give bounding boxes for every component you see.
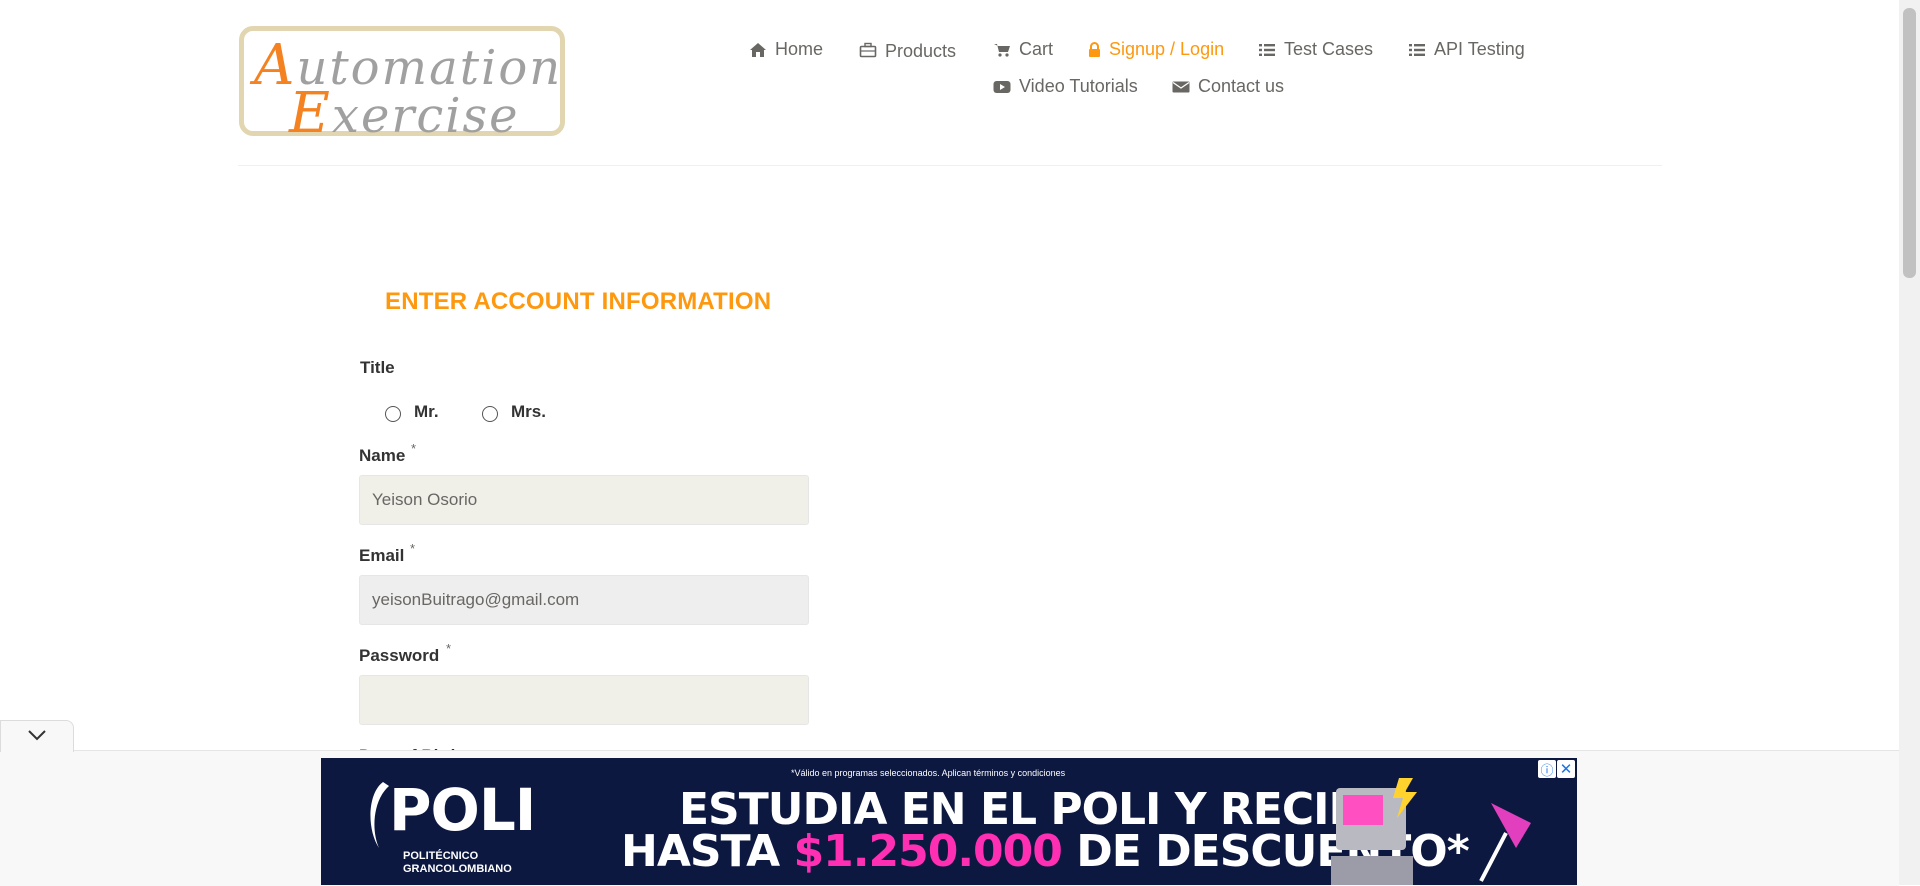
radio-mrs[interactable] — [482, 406, 498, 422]
chevron-down-icon — [27, 728, 47, 746]
briefcase-icon — [859, 42, 877, 58]
radio-mrs-label[interactable]: Mrs. — [511, 402, 546, 422]
password-label: Password — [359, 646, 440, 665]
ad-collapse-toggle[interactable] — [0, 720, 74, 752]
cart-icon — [993, 42, 1011, 58]
logo-line-2: Exercise — [289, 81, 520, 146]
nav-contact-us[interactable]: Contact us — [1172, 76, 1284, 97]
nav-cart-label: Cart — [1019, 39, 1054, 59]
list-icon — [1408, 42, 1426, 58]
youtube-play-icon — [993, 79, 1011, 95]
radio-mr[interactable] — [385, 406, 401, 422]
nav-test-cases-label: Test Cases — [1284, 39, 1374, 59]
name-input[interactable] — [359, 475, 809, 525]
ad-fine-print: *Válido en programas seleccionados. Apli… — [791, 768, 1066, 778]
scrollbar-thumb[interactable] — [1903, 8, 1916, 278]
nav-home[interactable]: Home — [749, 39, 823, 60]
lock-icon — [1088, 41, 1101, 58]
ad-close-icon[interactable]: ✕ — [1557, 760, 1575, 778]
nav-test-cases[interactable]: Test Cases — [1258, 39, 1373, 60]
nav-signup-login[interactable]: Signup / Login — [1088, 39, 1224, 60]
email-required-mark: * — [410, 541, 416, 556]
nav-api-testing[interactable]: API Testing — [1408, 39, 1525, 60]
email-label: Email — [359, 546, 405, 565]
computer-illustration-icon — [1331, 778, 1417, 885]
lamp-illustration-icon — [1479, 803, 1531, 882]
nav-signup-login-label: Signup / Login — [1109, 39, 1225, 59]
ad-logo-text: POLI — [389, 776, 536, 844]
ad-headline-2-amount: $1.250.000 — [793, 826, 1063, 877]
site-logo[interactable]: Automation Exercise — [239, 26, 565, 146]
form-heading: ENTER ACCOUNT INFORMATION — [385, 288, 772, 315]
email-input[interactable] — [359, 575, 809, 625]
nav-video-tutorials[interactable]: Video Tutorials — [993, 76, 1138, 97]
nav-contact-us-label: Contact us — [1198, 76, 1285, 96]
nav-home-label: Home — [775, 39, 824, 59]
password-required-mark: * — [446, 641, 452, 656]
nav-video-tutorials-label: Video Tutorials — [1019, 76, 1138, 96]
list-icon — [1258, 42, 1276, 58]
name-label: Name — [359, 446, 406, 465]
ad-banner[interactable]: *Válido en programas seleccionados. Apli… — [321, 758, 1577, 885]
poli-mark-icon — [370, 782, 389, 848]
home-icon — [749, 42, 767, 58]
nav-api-testing-label: API Testing — [1434, 39, 1525, 59]
header-divider — [238, 165, 1662, 166]
nav-products[interactable]: Products — [859, 39, 957, 61]
nav-cart[interactable]: Cart — [993, 39, 1053, 60]
radio-mr-label[interactable]: Mr. — [414, 402, 439, 422]
name-required-mark: * — [411, 441, 417, 456]
ad-logo-subtext: POLITÉCNICO GRANCOLOMBIANO — [403, 850, 512, 875]
nav-products-label: Products — [885, 41, 957, 61]
ad-info-icon[interactable]: ⓘ — [1538, 760, 1556, 778]
ad-headline-2-pre: HASTA — [621, 826, 794, 877]
envelope-icon — [1172, 79, 1190, 95]
title-label: Title — [360, 358, 395, 377]
password-input[interactable] — [359, 675, 809, 725]
